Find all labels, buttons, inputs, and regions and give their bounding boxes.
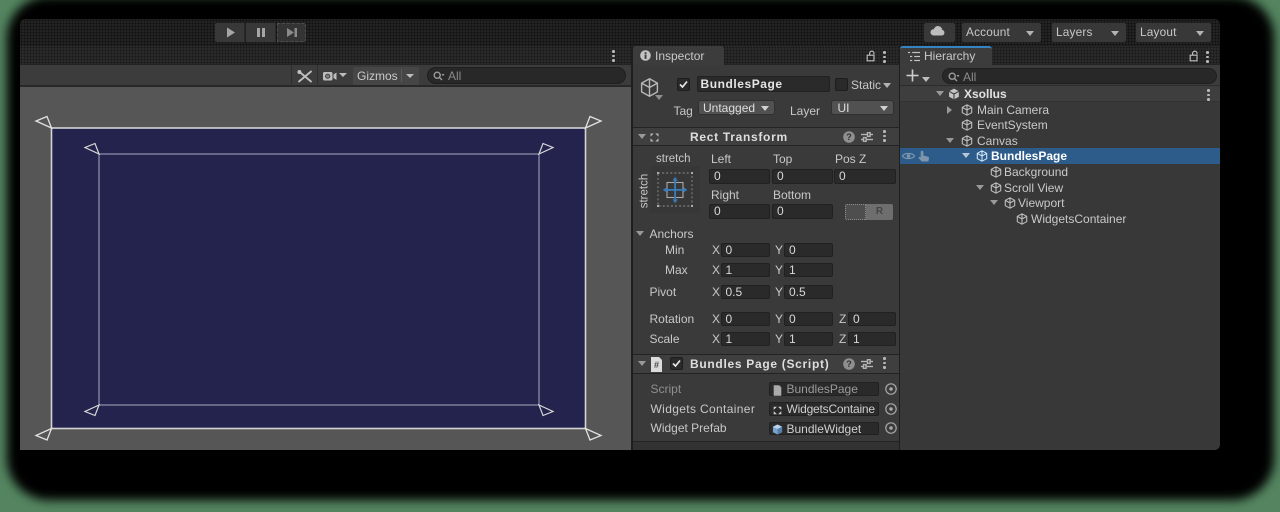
svg-text:#: # [654, 360, 659, 370]
svg-text:?: ? [846, 132, 852, 142]
svg-text:?: ? [846, 359, 852, 369]
